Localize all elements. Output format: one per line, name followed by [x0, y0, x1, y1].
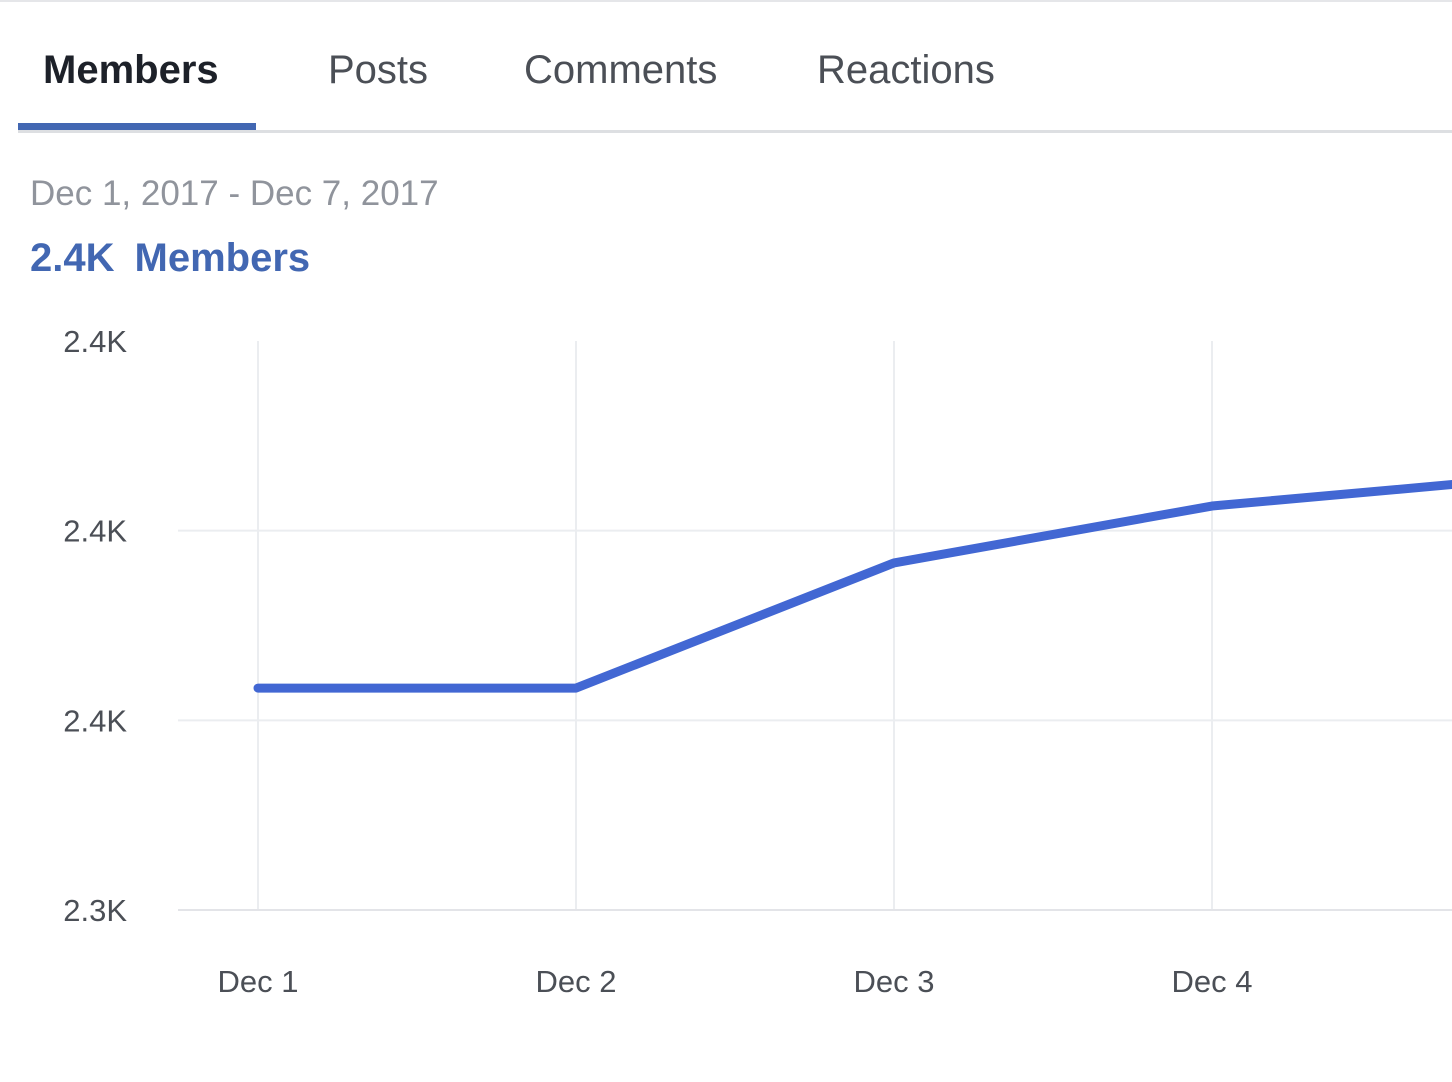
y-tick-label: 2.4K: [63, 324, 127, 359]
group-insights-panel: Members Posts Comments Reactions Dec 1, …: [0, 0, 1452, 1082]
x-tick-label: Dec 1: [218, 964, 299, 999]
x-axis-ticks: Dec 1 Dec 2 Dec 3 Dec 4: [218, 964, 1253, 999]
y-tick-label: 2.3K: [63, 893, 127, 928]
y-tick-label: 2.4K: [63, 514, 127, 549]
x-tick-label: Dec 4: [1172, 964, 1253, 999]
chart-grid: [178, 341, 1452, 911]
members-line-chart: 2.4K 2.4K 2.4K 2.3K Dec 1 Dec 2 Dec 3 Dec 4: [63, 324, 1452, 999]
members-series-line: [253, 480, 1452, 693]
y-tick-label: 2.4K: [63, 703, 127, 738]
y-axis-ticks: 2.4K 2.4K 2.4K 2.3K: [63, 324, 127, 928]
x-tick-label: Dec 3: [854, 964, 935, 999]
chart-series: [253, 480, 1452, 693]
x-tick-label: Dec 2: [536, 964, 617, 999]
